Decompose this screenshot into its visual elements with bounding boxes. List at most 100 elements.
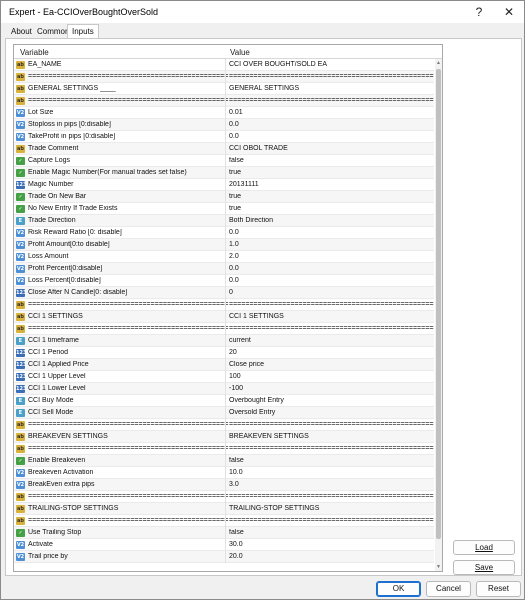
reset-button[interactable]: Reset (476, 581, 521, 597)
parameter-row[interactable]: E CCI Sell Mode Oversold Entry (14, 407, 434, 419)
parameter-row[interactable]: 123 Close After N Candle[0: disable] 0 (14, 287, 434, 299)
parameter-row[interactable]: V2 Risk Reward Ratio [0: disable] 0.0 (14, 227, 434, 239)
tab-inputs[interactable]: Inputs (67, 24, 99, 39)
parameter-row[interactable]: ab ======================================… (14, 491, 434, 503)
parameter-row[interactable]: ab Trade Comment CCI OBOL TRADE (14, 143, 434, 155)
parameter-value[interactable]: 0.0 (229, 133, 434, 140)
parameter-value[interactable]: 1.0 (229, 241, 434, 248)
cancel-button[interactable]: Cancel (426, 581, 471, 597)
parameter-value[interactable]: Oversold Entry (229, 409, 434, 416)
parameter-row[interactable]: V2 Activate 30.0 (14, 539, 434, 551)
parameter-value[interactable]: TRAILING-STOP SETTINGS (229, 505, 434, 512)
parameter-value[interactable]: 20 (229, 349, 434, 356)
parameter-row[interactable]: ab ======================================… (14, 515, 434, 527)
parameter-row[interactable]: ✓ Enable Breakeven false (14, 455, 434, 467)
parameter-value[interactable]: ========================================… (229, 97, 434, 104)
parameter-row[interactable]: ab TRAILING-STOP SETTINGS TRAILING-STOP SE… (14, 503, 434, 515)
parameter-row[interactable]: ✓ No New Entry If Trade Exists true (14, 203, 434, 215)
parameter-value[interactable]: true (229, 193, 434, 200)
parameter-value[interactable]: 30.0 (229, 541, 434, 548)
parameter-value[interactable]: 20.0 (229, 553, 434, 560)
column-header-variable[interactable]: Variable (20, 48, 49, 57)
parameter-value[interactable]: 0 (229, 289, 434, 296)
parameter-row[interactable]: E CCI 1 timeframe current (14, 335, 434, 347)
parameter-value[interactable]: 3.0 (229, 481, 434, 488)
column-divider (225, 551, 226, 563)
load-button[interactable]: Load (453, 540, 515, 555)
help-icon[interactable]: ? (470, 4, 488, 20)
parameter-row[interactable]: ✓ Trade On New Bar true (14, 191, 434, 203)
parameter-row[interactable]: V2 Loss Amount 2.0 (14, 251, 434, 263)
parameter-row[interactable]: V2 Profit Percent[0:disable] 0.0 (14, 263, 434, 275)
save-button[interactable]: Save (453, 560, 515, 575)
parameter-value[interactable]: ========================================… (229, 325, 434, 332)
parameter-row[interactable]: ab CCI 1 SETTINGS CCI 1 SETTINGS (14, 311, 434, 323)
parameter-row[interactable]: ✓ Capture Logs false (14, 155, 434, 167)
parameter-value[interactable]: BREAKEVEN SETTINGS (229, 433, 434, 440)
parameter-row[interactable]: 123 CCI 1 Lower Level -100 (14, 383, 434, 395)
parameter-row[interactable]: ✓ Use Trailing Stop false (14, 527, 434, 539)
column-header-value[interactable]: Value (230, 48, 250, 57)
parameter-row[interactable]: ab GENERAL SETTINGS ____ GENERAL SETTINGS (14, 83, 434, 95)
scroll-up-icon[interactable]: ▲ (435, 59, 442, 67)
parameter-value[interactable]: 0.0 (229, 265, 434, 272)
parameter-value[interactable]: Close price (229, 361, 434, 368)
parameter-value[interactable]: 20131111 (229, 181, 434, 188)
parameter-row[interactable]: V2 Breakeven Activation 10.0 (14, 467, 434, 479)
parameter-value[interactable]: ========================================… (229, 73, 434, 80)
parameter-value[interactable]: false (229, 457, 434, 464)
parameter-value[interactable]: 0.0 (229, 229, 434, 236)
parameter-row[interactable]: ab EA_NAME CCI OVER BOUGHT/SOLD EA (14, 59, 434, 71)
parameter-row[interactable]: 123 CCI 1 Applied Price Close price (14, 359, 434, 371)
parameter-row[interactable]: ab ======================================… (14, 323, 434, 335)
parameter-value[interactable]: -100 (229, 385, 434, 392)
parameter-value[interactable]: CCI OBOL TRADE (229, 145, 434, 152)
parameter-value[interactable]: false (229, 529, 434, 536)
parameter-row[interactable]: ab ======================================… (14, 71, 434, 83)
parameter-row[interactable]: 123 CCI 1 Period 20 (14, 347, 434, 359)
parameter-value[interactable]: true (229, 169, 434, 176)
parameter-value[interactable]: ========================================… (229, 493, 434, 500)
parameter-row[interactable]: E Trade Direction Both Direction (14, 215, 434, 227)
parameter-row[interactable]: ab ======================================… (14, 299, 434, 311)
vertical-scrollbar[interactable]: ▲ ▼ (435, 59, 442, 571)
parameter-value[interactable]: GENERAL SETTINGS (229, 85, 434, 92)
parameter-value[interactable]: CCI 1 SETTINGS (229, 313, 434, 320)
parameter-row[interactable]: 123 Magic Number 20131111 (14, 179, 434, 191)
parameter-value[interactable]: 10.0 (229, 469, 434, 476)
parameter-row[interactable]: V2 BreakEven extra pips 3.0 (14, 479, 434, 491)
tab-about[interactable]: About (7, 25, 36, 39)
parameter-value[interactable]: ========================================… (229, 301, 434, 308)
parameter-value[interactable]: CCI OVER BOUGHT/SOLD EA (229, 61, 434, 68)
parameter-value[interactable]: ========================================… (229, 445, 434, 452)
parameter-value[interactable]: Both Direction (229, 217, 434, 224)
parameter-value[interactable]: ========================================… (229, 421, 434, 428)
close-icon[interactable]: ✕ (500, 4, 518, 20)
scrollbar-thumb[interactable] (436, 69, 441, 539)
parameter-row[interactable]: V2 Stoploss in pips [0:disable] 0.0 (14, 119, 434, 131)
parameter-row[interactable]: ✓ Enable Magic Number(For manual trades s… (14, 167, 434, 179)
parameter-row[interactable]: ab ======================================… (14, 443, 434, 455)
parameter-value[interactable]: 2.0 (229, 253, 434, 260)
parameter-row[interactable]: ab ======================================… (14, 419, 434, 431)
parameter-value[interactable]: Overbought Entry (229, 397, 434, 404)
parameter-row[interactable]: 123 CCI 1 Upper Level 100 (14, 371, 434, 383)
parameter-value[interactable]: true (229, 205, 434, 212)
parameter-value[interactable]: 0.0 (229, 277, 434, 284)
parameter-value[interactable]: false (229, 157, 434, 164)
parameter-value[interactable]: current (229, 337, 434, 344)
parameter-row[interactable]: V2 Lot Size 0.01 (14, 107, 434, 119)
parameter-value[interactable]: 100 (229, 373, 434, 380)
parameter-row[interactable]: ab BREAKEVEN SETTINGS BREAKEVEN SETTINGS (14, 431, 434, 443)
parameter-row[interactable]: V2 Loss Percent[0:disable] 0.0 (14, 275, 434, 287)
scroll-down-icon[interactable]: ▼ (435, 563, 442, 571)
parameter-value[interactable]: ========================================… (229, 517, 434, 524)
parameter-value[interactable]: 0.01 (229, 109, 434, 116)
parameter-row[interactable]: V2 TakeProfit in pips [0:disable] 0.0 (14, 131, 434, 143)
parameter-row[interactable]: V2 Trail price by 20.0 (14, 551, 434, 563)
parameter-value[interactable]: 0.0 (229, 121, 434, 128)
parameter-row[interactable]: E CCI Buy Mode Overbought Entry (14, 395, 434, 407)
parameter-row[interactable]: ab ======================================… (14, 95, 434, 107)
ok-button[interactable]: OK (376, 581, 421, 597)
parameter-row[interactable]: V2 Profit Amount[0:to disable] 1.0 (14, 239, 434, 251)
